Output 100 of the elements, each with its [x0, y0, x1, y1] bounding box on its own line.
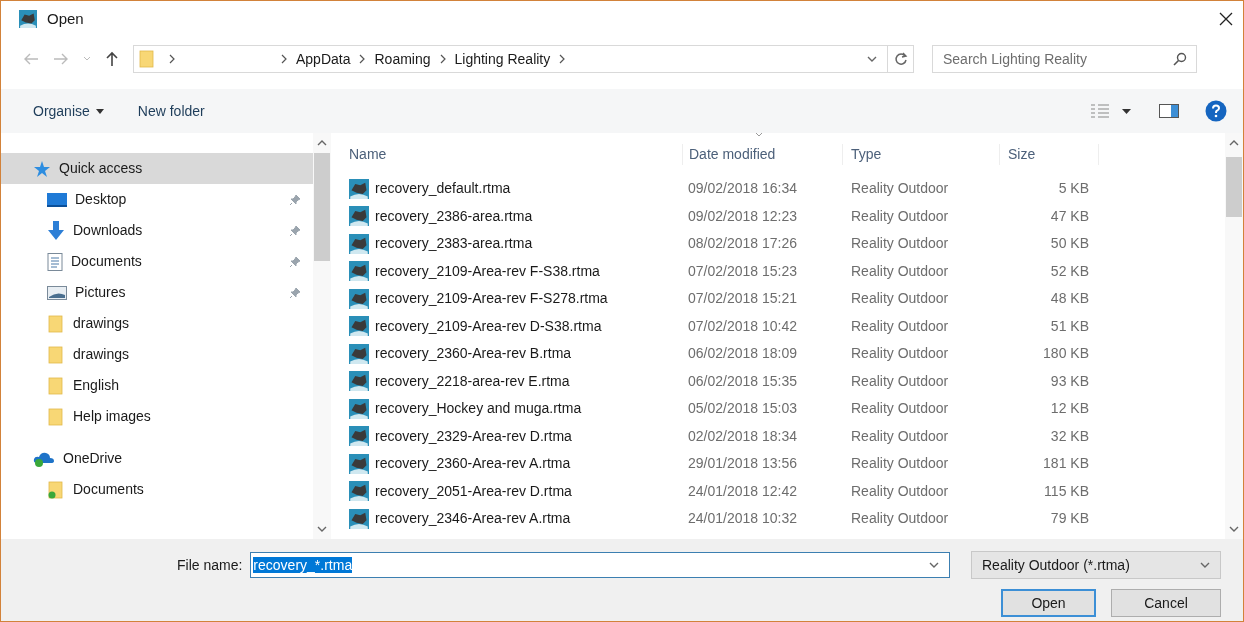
file-name: recovery_2109-Area-rev F-S38.rtma — [375, 261, 600, 281]
scroll-down-icon[interactable] — [317, 525, 327, 533]
file-row[interactable]: recovery_2109-Area-rev D-S38.rtma 07/02/2018 10:42 Reality Outdoor 51 KB — [343, 312, 1225, 340]
dropdown-caret-icon[interactable] — [1200, 561, 1210, 569]
size-cell-text: 50 KB — [1049, 234, 1090, 254]
size-cell-text: 12 KB — [1049, 399, 1090, 419]
file-name: recovery_Hockey and muga.rtma — [375, 399, 582, 419]
document-icon — [47, 252, 63, 271]
sidebar-item[interactable]: Documents — [1, 474, 313, 505]
size-cell-text: 5 KB — [1057, 179, 1090, 199]
file-row[interactable]: recovery_2346-Area-rev A.rtma 24/01/2018 10:32 Reality Outdoor 79 KB — [343, 505, 1225, 533]
breadcrumb-item[interactable]: Lighting Reality — [446, 48, 559, 70]
chevron-icon — [558, 54, 567, 64]
file-type-dropdown[interactable]: Reality Outdoor (*.rtma) — [971, 551, 1221, 579]
file-row[interactable]: recovery_Hockey and muga.rtma 05/02/2018 15:03 Reality Outdoor 12 KB — [343, 395, 1225, 423]
caret-icon — [95, 108, 104, 114]
type-cell-text: Reality Outdoor — [850, 454, 950, 474]
file-row[interactable]: recovery_2383-area.rtma 08/02/2018 17:26 Reality Outdoor 50 KB — [343, 230, 1225, 258]
type-cell-text: Reality Outdoor — [850, 371, 950, 391]
search-field[interactable]: Search Lighting Reality — [932, 45, 1197, 73]
date-cell-text: 24/01/2018 10:32 — [687, 509, 798, 529]
file-row[interactable]: recovery_2051-Area-rev D.rtma 24/01/2018 12:42 Reality Outdoor 115 KB — [343, 477, 1225, 505]
date-cell-text: 09/02/2018 16:34 — [687, 179, 798, 199]
refresh-icon[interactable] — [893, 52, 908, 66]
file-name-field[interactable]: recovery_*.rtma — [250, 552, 951, 578]
date-cell-text: 05/02/2018 15:03 — [687, 399, 798, 419]
sidebar-item[interactable]: drawings — [1, 339, 313, 370]
file-row[interactable]: recovery_2360-Area-rev B.rtma 06/02/2018 18:09 Reality Outdoor 180 KB — [343, 340, 1225, 368]
preview-pane-icon[interactable] — [1159, 104, 1179, 118]
star-icon — [33, 159, 51, 178]
sidebar-item[interactable]: English — [1, 370, 313, 401]
scroll-thumb[interactable] — [314, 153, 330, 261]
file-icon — [349, 316, 369, 337]
scroll-up-icon[interactable] — [317, 139, 327, 147]
file-row[interactable]: recovery_2329-Area-rev D.rtma 02/02/2018 18:34 Reality Outdoor 32 KB — [343, 422, 1225, 450]
sort-indicator-icon — [754, 133, 764, 137]
column-header[interactable]: Size — [999, 144, 1099, 165]
file-row[interactable]: recovery_2109-Area-rev F-S38.rtma 07/02/2018 15:23 Reality Outdoor 52 KB — [343, 257, 1225, 285]
file-row[interactable]: recovery_2109-Area-rev F-S278.rtma 07/02/2018 15:21 Reality Outdoor 48 KB — [343, 285, 1225, 313]
file-name: recovery_2218-area-rev E.rtma — [375, 371, 570, 391]
chevron-icon — [358, 54, 367, 64]
file-row[interactable]: recovery_2386-area.rtma 09/02/2018 12:23 Reality Outdoor 47 KB — [343, 202, 1225, 230]
sidebar-item[interactable]: Documents — [1, 246, 313, 277]
dropdown-caret-icon[interactable] — [867, 55, 877, 63]
file-row[interactable]: recovery_2360-Area-rev A.rtma 29/01/2018 13:56 Reality Outdoor 181 KB — [343, 450, 1225, 478]
file-name-label: File name: — [177, 555, 243, 575]
sidebar-item[interactable]: Downloads — [1, 215, 313, 246]
sidebar-item[interactable]: Help images — [1, 401, 313, 432]
file-icon — [349, 261, 369, 282]
sidebar-item[interactable]: Pictures — [1, 277, 313, 308]
scrollbar[interactable] — [1225, 133, 1243, 539]
breadcrumb-item[interactable]: AppData — [288, 48, 359, 70]
type-cell-text: Reality Outdoor — [850, 316, 950, 336]
sidebar-item[interactable]: drawings — [1, 308, 313, 339]
sidebar-item[interactable]: Desktop — [1, 184, 313, 215]
cancel-button[interactable]: Cancel — [1111, 589, 1221, 617]
file-icon — [349, 288, 369, 309]
type-cell-text: Reality Outdoor — [850, 344, 950, 364]
date-cell-text: 02/02/2018 18:34 — [687, 426, 798, 446]
file-name: recovery_2383-area.rtma — [375, 234, 533, 254]
folder-icon — [138, 50, 156, 68]
type-cell-text: Reality Outdoor — [850, 481, 950, 501]
scrollbar[interactable] — [313, 133, 331, 539]
up-arrow-icon[interactable] — [105, 51, 119, 67]
dropdown-caret-icon[interactable] — [929, 561, 940, 569]
open-button[interactable]: Open — [1001, 589, 1096, 617]
close-icon[interactable] — [1219, 12, 1233, 26]
file-icon — [349, 343, 369, 364]
date-cell-text: 24/01/2018 12:42 — [687, 481, 798, 501]
date-cell-text: 06/02/2018 18:09 — [687, 344, 798, 364]
scroll-thumb[interactable] — [1226, 157, 1242, 217]
column-header[interactable]: Name — [343, 144, 682, 165]
sidebar-item[interactable]: OneDrive — [1, 443, 313, 474]
sidebar-item[interactable]: Quick access — [1, 153, 313, 184]
column-header[interactable]: Type — [842, 144, 999, 165]
desktop-icon — [47, 191, 67, 208]
file-name: recovery_2329-Area-rev D.rtma — [375, 426, 572, 446]
file-row[interactable]: recovery_2218-area-rev E.rtma 06/02/2018 15:35 Reality Outdoor 93 KB — [343, 367, 1225, 395]
address-bar[interactable]: AppData Roaming Lighting Reality — [133, 45, 914, 73]
size-cell-text: 51 KB — [1049, 316, 1090, 336]
search-icon[interactable] — [1173, 52, 1187, 66]
organise-button[interactable]: Organise — [33, 100, 104, 122]
help-icon[interactable] — [1205, 100, 1227, 122]
column-header[interactable]: Date modified — [689, 146, 776, 162]
breadcrumb-item[interactable]: Roaming — [366, 48, 439, 70]
scroll-up-icon[interactable] — [1229, 139, 1239, 147]
new-folder-button[interactable]: New folder — [137, 100, 205, 122]
synced-folder-icon — [47, 480, 65, 499]
caret-icon[interactable] — [1122, 108, 1131, 114]
download-icon — [47, 220, 65, 241]
folder-icon — [47, 345, 65, 364]
folder-icon — [47, 314, 65, 333]
size-cell-text: 180 KB — [1042, 344, 1090, 364]
chevron-icon — [438, 54, 447, 64]
file-row[interactable]: recovery_default.rtma 09/02/2018 16:34 Reality Outdoor 5 KB — [343, 175, 1225, 203]
scroll-down-icon[interactable] — [1229, 525, 1239, 533]
file-icon — [349, 453, 369, 474]
size-cell-text: 93 KB — [1049, 371, 1090, 391]
file-icon — [349, 178, 369, 199]
size-cell-text: 32 KB — [1049, 426, 1090, 446]
